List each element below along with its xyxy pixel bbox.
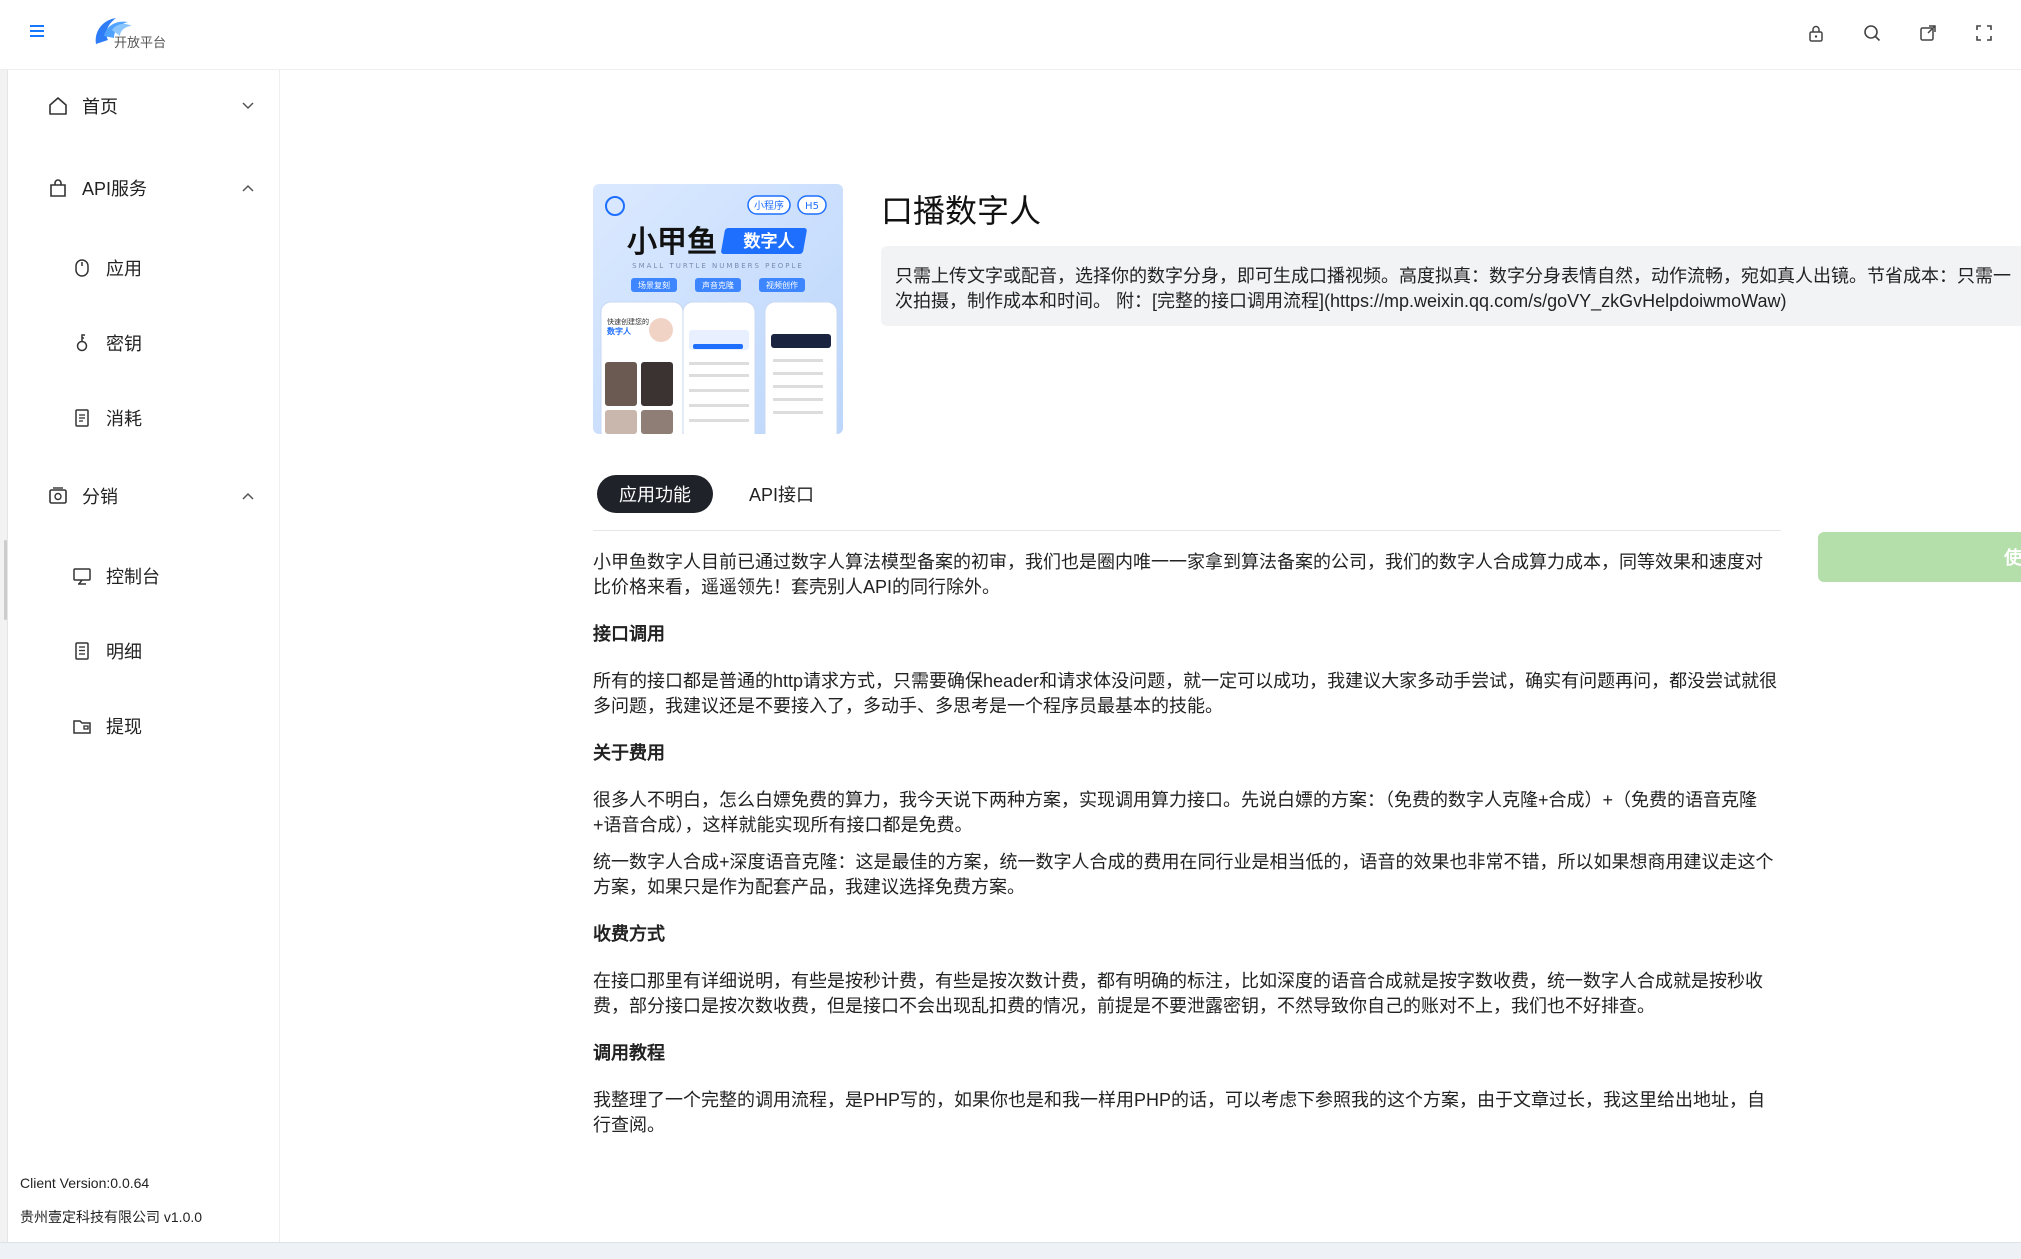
cover-brand: 小甲鱼 bbox=[627, 225, 717, 260]
sidebar-item-label: 明细 bbox=[106, 642, 142, 662]
sidebar-group-label: 首页 bbox=[82, 97, 118, 117]
tab-app-features[interactable]: 应用功能 bbox=[597, 475, 713, 513]
sidebar-item-details[interactable]: 明细 bbox=[70, 633, 250, 669]
cover-phone-text-2: 数字人 bbox=[607, 326, 632, 336]
search-icon[interactable] bbox=[1859, 20, 1885, 46]
cover-feature-2: 声音克隆 bbox=[702, 280, 734, 290]
sidebar-item-consumption[interactable]: 消耗 bbox=[70, 400, 250, 436]
cover-feature-3: 视频创作 bbox=[766, 280, 798, 290]
tab-divider bbox=[593, 530, 1781, 531]
top-bar: 开放平台 bbox=[0, 0, 2021, 70]
document-icon bbox=[70, 406, 94, 430]
sidebar-group-distribution[interactable]: 分销 bbox=[46, 478, 256, 514]
article: 小甲鱼数字人目前已通过数字人算法模型备案的初审，我们也是圈内唯一一家拿到算法备案… bbox=[593, 550, 1778, 1138]
fullscreen-icon[interactable] bbox=[1971, 20, 1997, 46]
use-button[interactable]: 使用中 bbox=[1818, 532, 2021, 582]
chevron-down-icon bbox=[240, 98, 256, 114]
article-heading: 接口调用 bbox=[593, 624, 665, 644]
sidebar-item-label: 应用 bbox=[106, 259, 142, 279]
mouse-icon bbox=[70, 256, 94, 280]
use-button-label: 使用中 bbox=[2004, 548, 2021, 568]
app-cover-image: 小程序 H5 小甲鱼 数字人 SMALL TURTLE NUMBERS PEOP… bbox=[593, 184, 843, 434]
cover-feature-1: 场景复刻 bbox=[638, 280, 670, 290]
sidebar-item-label: 提现 bbox=[106, 717, 142, 737]
sidebar-group-api[interactable]: API服务 bbox=[46, 170, 256, 206]
chevron-up-icon bbox=[240, 180, 256, 196]
article-paragraph: 所有的接口都是普通的http请求方式，只需要确保header和请求体没问题，就一… bbox=[593, 671, 1778, 716]
edge-handle[interactable] bbox=[4, 540, 7, 620]
lock-icon[interactable] bbox=[1803, 20, 1829, 46]
sidebar-item-console[interactable]: 控制台 bbox=[70, 558, 250, 594]
bottom-bar bbox=[0, 1242, 2021, 1259]
app-title: 口播数字人 bbox=[881, 193, 1042, 229]
list-icon bbox=[70, 639, 94, 663]
cover-badge-1: 小程序 bbox=[754, 199, 784, 212]
article-heading: 收费方式 bbox=[593, 924, 665, 944]
sidebar-item-keys[interactable]: 密钥 bbox=[70, 325, 250, 361]
article-paragraph: 我整理了一个完整的调用流程，是PHP写的，如果你也是和我一样用PHP的话，可以考… bbox=[593, 1090, 1766, 1135]
wallet-icon bbox=[70, 714, 94, 738]
tab-api[interactable]: API接口 bbox=[727, 475, 836, 513]
export-icon[interactable] bbox=[1915, 20, 1941, 46]
article-paragraph: 很多人不明白，怎么白嫖免费的算力，我今天说下两种方案，实现调用算力接口。先说白嫖… bbox=[593, 790, 1758, 835]
main-content: 小程序 H5 小甲鱼 数字人 SMALL TURTLE NUMBERS PEOP… bbox=[280, 70, 2021, 1242]
sidebar: 首页 API服务 应用 密钥 消耗 分销 控制台 明细 提现 Client Ve… bbox=[8, 70, 280, 1242]
tab-bar: 应用功能 API接口 bbox=[597, 475, 850, 513]
cover-brand-tag: 数字人 bbox=[744, 231, 796, 252]
cover-badge-2: H5 bbox=[805, 201, 819, 212]
sidebar-item-apps[interactable]: 应用 bbox=[70, 250, 250, 286]
cover-phone-text-1: 快速创建您的 bbox=[607, 317, 649, 326]
sidebar-group-home[interactable]: 首页 bbox=[46, 88, 256, 124]
menu-toggle-icon[interactable] bbox=[30, 22, 48, 42]
sidebar-item-withdraw[interactable]: 提现 bbox=[70, 708, 250, 744]
sidebar-item-label: 密钥 bbox=[106, 334, 142, 354]
sidebar-item-label: 控制台 bbox=[106, 567, 160, 587]
article-heading: 调用教程 bbox=[593, 1043, 665, 1063]
sidebar-group-label: API服务 bbox=[82, 179, 148, 199]
company-version: 贵州壹定科技有限公司 v1.0.0 bbox=[20, 1209, 203, 1225]
monitor-icon bbox=[70, 564, 94, 588]
home-icon bbox=[46, 94, 70, 118]
sidebar-group-label: 分销 bbox=[82, 487, 118, 507]
article-paragraph: 统一数字人合成+深度语音克隆：这是最佳的方案，统一数字人合成的费用在同行业是相当… bbox=[593, 852, 1774, 897]
article-heading: 关于费用 bbox=[593, 743, 665, 763]
article-paragraph: 在接口那里有详细说明，有些是按秒计费，有些是按次数计费，都有明确的标注，比如深度… bbox=[593, 971, 1763, 1016]
key-icon bbox=[70, 331, 94, 355]
bag-icon bbox=[46, 176, 70, 200]
cover-subtitle: SMALL TURTLE NUMBERS PEOPLE bbox=[632, 262, 804, 270]
chevron-up-icon bbox=[240, 488, 256, 504]
app-description: 只需上传文字或配音，选择你的数字分身，即可生成口播视频。高度拟真：数字分身表情自… bbox=[881, 246, 2021, 326]
logo-text: 开放平台 bbox=[114, 35, 167, 50]
sidebar-item-label: 消耗 bbox=[106, 409, 142, 429]
client-version: Client Version:0.0.64 bbox=[20, 1175, 150, 1191]
article-paragraph: 小甲鱼数字人目前已通过数字人算法模型备案的初审，我们也是圈内唯一一家拿到算法备案… bbox=[593, 552, 1763, 597]
window-edge bbox=[0, 0, 8, 1259]
distribution-icon bbox=[46, 484, 70, 508]
